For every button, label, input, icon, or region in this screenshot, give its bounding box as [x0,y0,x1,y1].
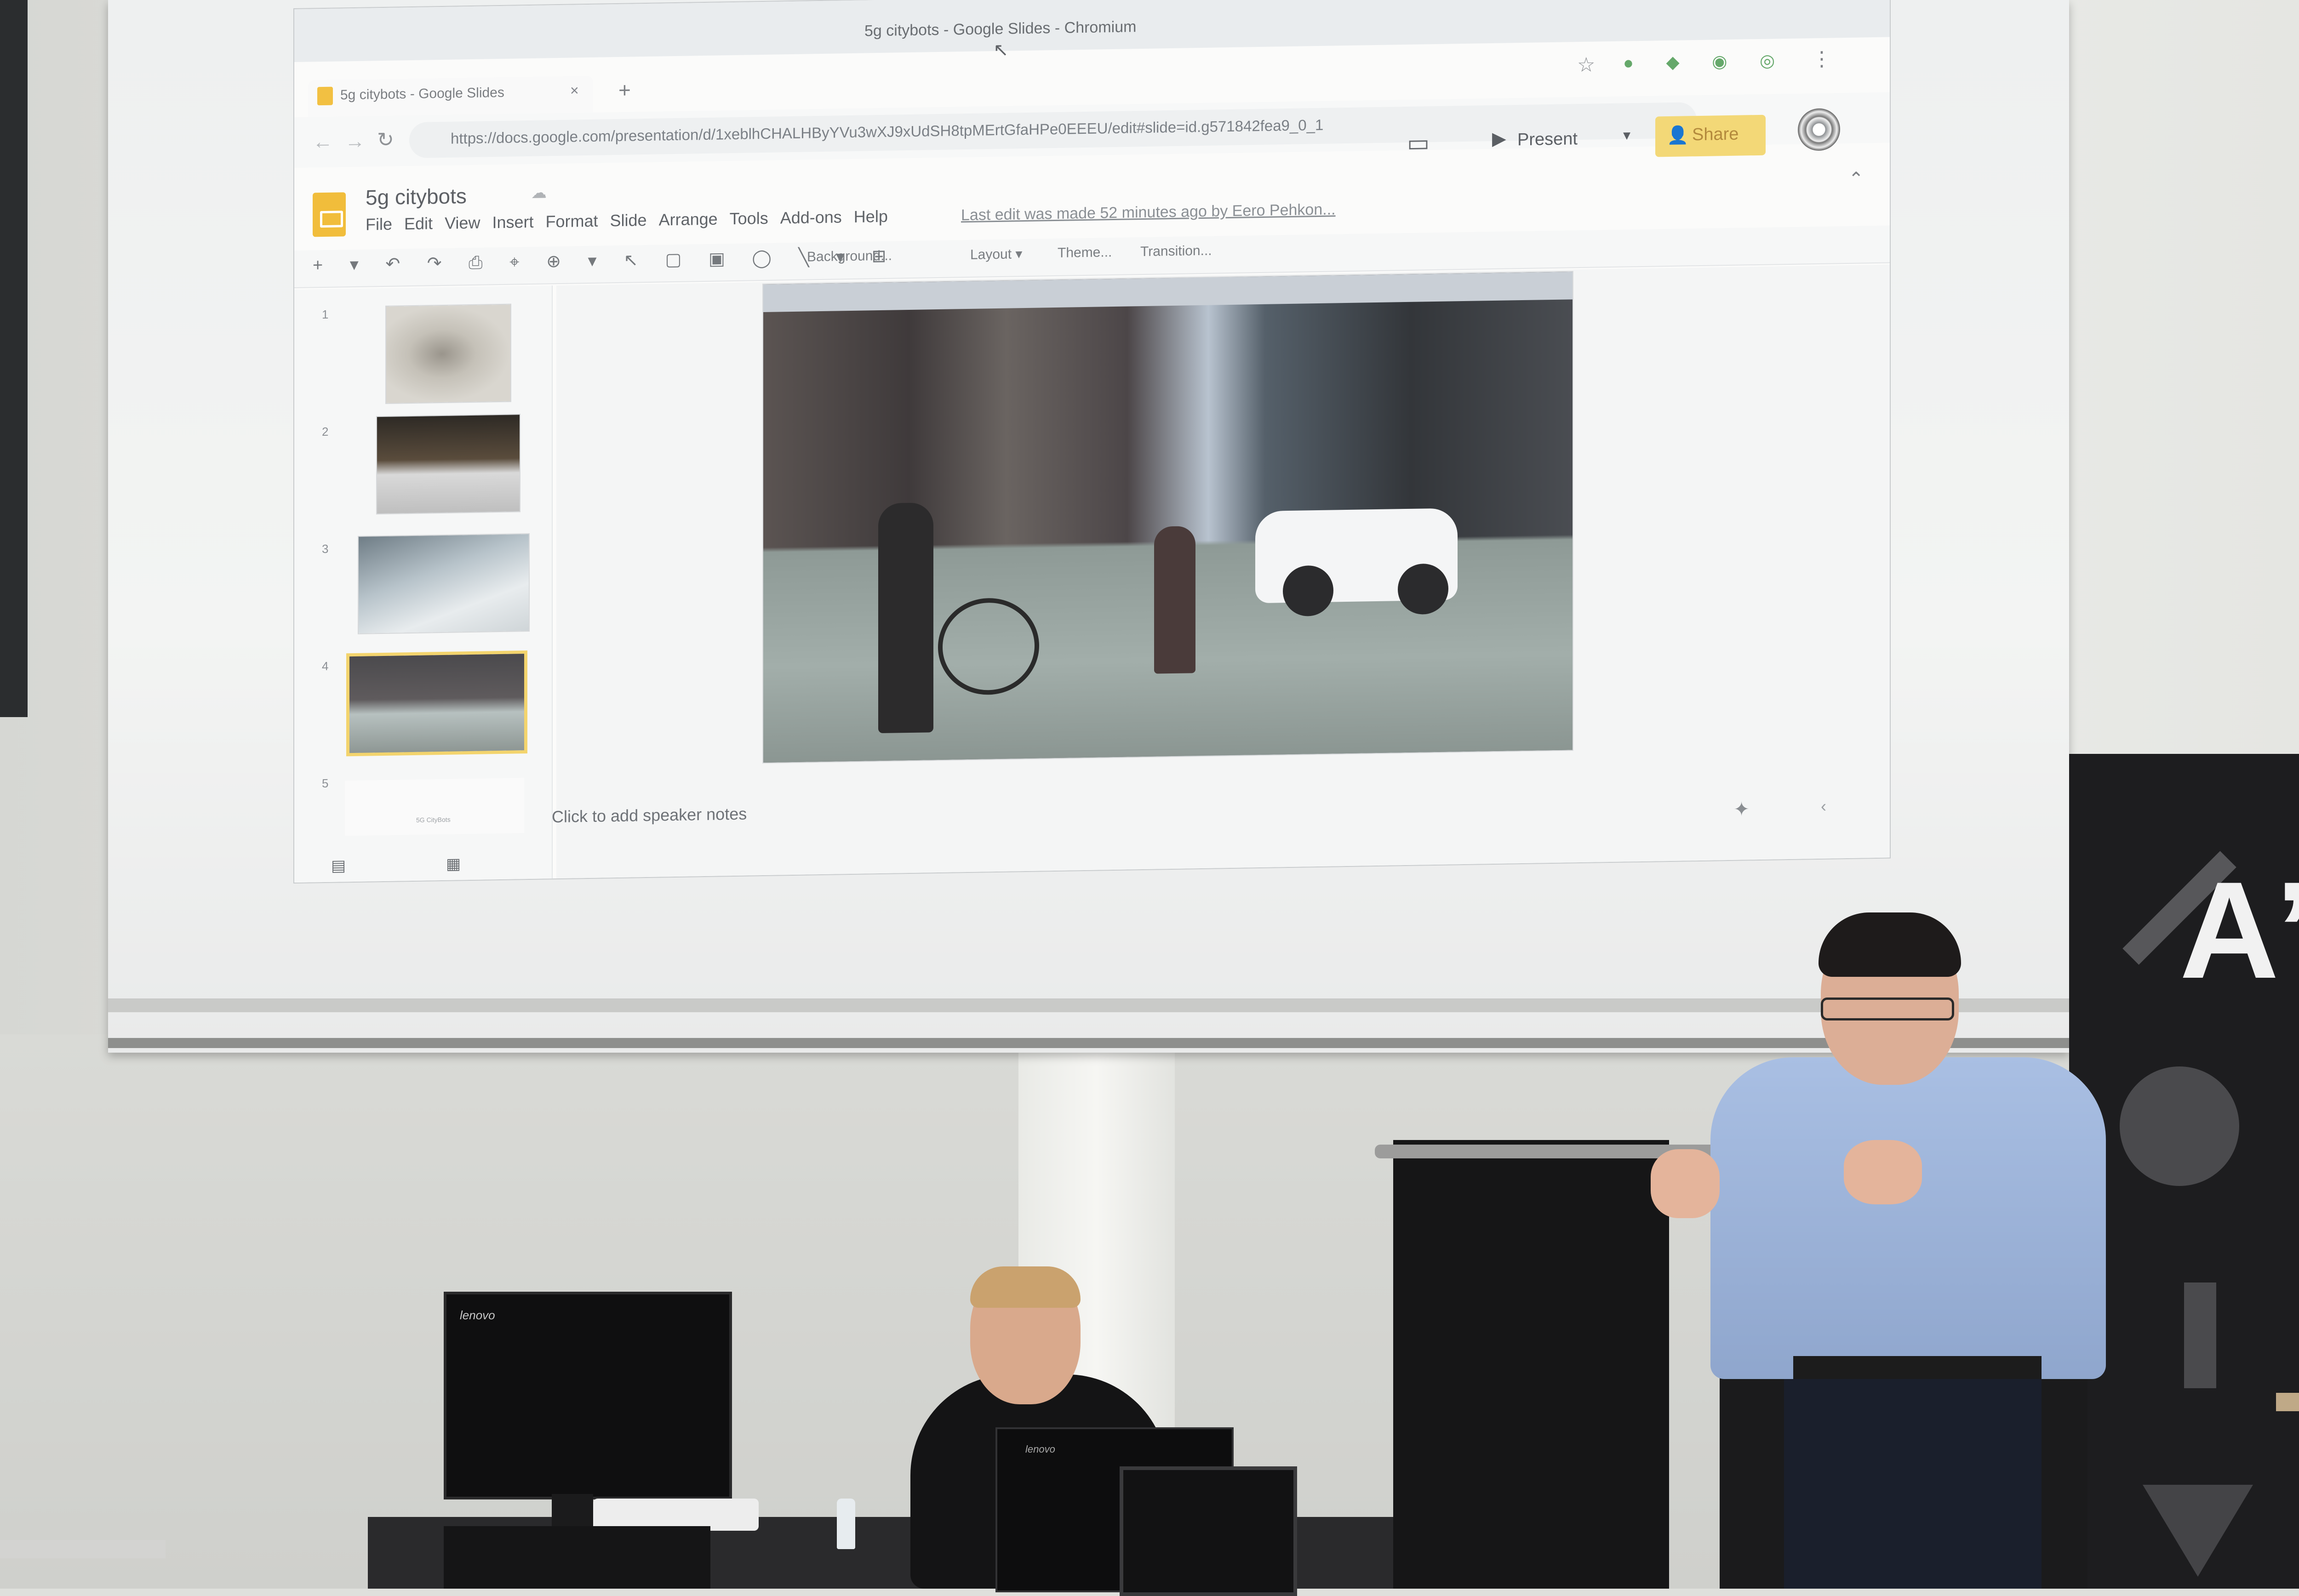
slide-number: 2 [322,424,329,439]
seated-person-hair [970,1266,1081,1308]
menu-edit[interactable]: Edit [404,214,433,233]
slide-thumbnail-4-selected[interactable] [349,654,524,753]
menu-bar: File Edit View Insert Format Slide Arrange Tool… [366,206,900,234]
extension-icons[interactable]: ● ◆ ◉ ◎ [1623,50,1789,74]
menu-insert[interactable]: Insert [492,212,533,232]
explore-icon[interactable]: ✦ [1733,798,1750,821]
collapse-menus-icon[interactable]: ⌃ [1848,168,1864,190]
transition-button[interactable]: Transition... [1140,243,1212,260]
slide-thumbnail-2[interactable] [377,415,520,514]
bookmark-star-icon[interactable]: ☆ [1577,53,1595,77]
menu-addons[interactable]: Add-ons [780,207,842,227]
current-slide-street-photo[interactable] [763,272,1573,763]
slide-photo-wheel [1398,563,1448,615]
speaker-right-hand [1844,1140,1922,1204]
laptop-brand-label: lenovo [1025,1443,1055,1455]
slide-thumbnail-1[interactable] [386,304,510,403]
desktop-monitor [444,1292,732,1499]
slide-photo-pedestrian [1154,526,1195,674]
slide-photo-wheel [1283,565,1333,617]
theme-button[interactable]: Theme... [1058,245,1112,261]
slide-number: 5 [322,776,329,791]
speaker-notes-field[interactable]: Click to add speaker notes [552,804,747,827]
document-title[interactable]: 5g citybots [366,183,467,210]
background-button[interactable]: Background... [807,248,892,265]
banner-triangle-shape [2143,1485,2253,1577]
present-label: Present [1517,129,1578,150]
menu-arrange[interactable]: Arrange [659,210,718,229]
second-laptop [1120,1466,1297,1596]
side-panel-toggle-icon[interactable]: ‹ [1821,797,1826,816]
new-tab-button[interactable]: + [618,78,631,103]
speaker-left-hand [1651,1149,1720,1218]
tab-title: 5g citybots - Google Slides [340,85,504,103]
side-table [2276,1393,2299,1411]
mouse-cursor-icon: ↖ [993,40,1009,61]
slide-thumbnail-5[interactable] [345,778,524,836]
monitor-brand-label: lenovo [460,1308,495,1322]
left-wall [0,0,28,717]
share-person-icon: 👤 [1667,125,1689,146]
share-label: Share [1692,124,1739,145]
banner-bar-shape [2184,1282,2216,1388]
menu-format[interactable]: Format [546,211,598,231]
present-dropdown-icon[interactable]: ▾ [1623,126,1630,143]
banner-logo-text: A” [2179,853,2299,1007]
slide-thumbnail-3[interactable] [359,534,529,633]
projection-screen-roller [108,1038,2069,1048]
forward-icon[interactable]: → [345,130,365,154]
reload-icon[interactable]: ↻ [377,128,394,152]
banner-circle-shape [2120,1066,2239,1186]
menu-slide[interactable]: Slide [610,211,647,230]
slide-number: 1 [322,307,329,322]
menu-file[interactable]: File [366,215,392,234]
list-view-icon[interactable]: ▤ [331,856,346,875]
slide-photo-bicycle [938,597,1039,696]
water-bottle [837,1499,855,1549]
comments-icon[interactable]: ▭ [1407,129,1430,157]
speaker-belt [1793,1356,2042,1379]
desktop-pc [444,1526,710,1589]
cloud-saved-icon: ☁ [531,184,547,202]
speaker-glasses [1821,998,1954,1020]
slides-logo-icon[interactable] [313,192,346,237]
projection-screen-bottom-bar [108,998,2069,1012]
slide-thumbnail-5-caption: 5G CityBots [416,815,451,824]
side-desk [0,1540,166,1558]
menu-tools[interactable]: Tools [730,209,768,228]
browser-menu-icon[interactable]: ⋮ [1812,47,1832,71]
present-icon: ▶ [1492,128,1506,149]
back-icon[interactable]: ← [313,131,333,154]
last-edit-link[interactable]: Last edit was made 52 minutes ago by Eer… [961,200,1336,224]
layout-button[interactable]: Layout ▾ [970,246,1022,263]
tab-close-icon[interactable]: × [570,82,579,99]
speaker-shirt [1710,1057,2106,1379]
grid-view-icon[interactable]: ▦ [446,855,461,873]
projected-browser-window: 5g citybots - Google Slides - Chromium 5… [294,0,1890,883]
menu-help[interactable]: Help [854,207,888,226]
account-avatar[interactable] [1798,108,1840,151]
lectern [1393,1140,1669,1589]
slide-number: 3 [322,542,329,556]
slides-favicon-icon [317,86,333,106]
menu-view[interactable]: View [445,213,480,233]
speaker-hair [1819,912,1961,977]
speaker-trousers [1784,1370,2042,1589]
slide-photo-person [878,502,933,734]
slide-number: 4 [322,659,329,673]
